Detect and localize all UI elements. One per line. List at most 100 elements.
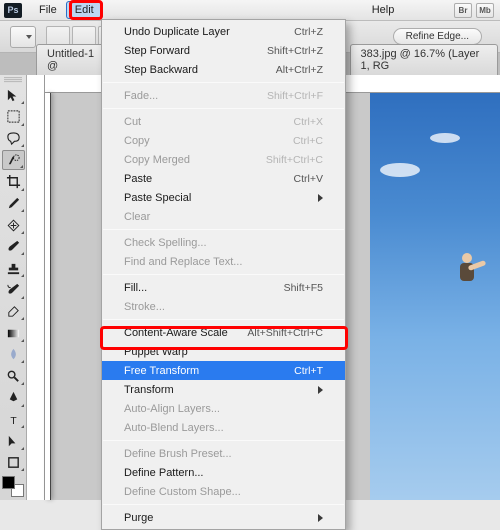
menu-separator bbox=[103, 82, 344, 83]
menu-item-shortcut: Shift+F5 bbox=[284, 282, 323, 294]
toolbox: T bbox=[0, 75, 27, 500]
tool-preset-picker[interactable] bbox=[10, 26, 36, 48]
vertical-ruler bbox=[27, 75, 45, 500]
tab-label: Untitled-1 @ bbox=[47, 48, 99, 72]
healing-tool[interactable] bbox=[2, 215, 25, 235]
menu-item-shortcut: Ctrl+C bbox=[293, 135, 323, 147]
gradient-tool[interactable] bbox=[2, 323, 25, 343]
svg-text:T: T bbox=[10, 416, 17, 427]
menu-edit[interactable]: Edit bbox=[66, 1, 103, 19]
quick-select-tool[interactable] bbox=[2, 150, 25, 170]
menu-item-puppet-warp[interactable]: Puppet Warp bbox=[102, 342, 345, 361]
menu-separator bbox=[103, 440, 344, 441]
menu-item-purge[interactable]: Purge bbox=[102, 508, 345, 527]
path-select-tool[interactable] bbox=[2, 431, 25, 451]
menu-item-label: Free Transform bbox=[124, 365, 294, 377]
pen-tool[interactable] bbox=[2, 388, 25, 408]
menu-item-label: Define Custom Shape... bbox=[124, 486, 323, 498]
menu-item-transform[interactable]: Transform bbox=[102, 380, 345, 399]
blur-tool[interactable] bbox=[2, 345, 25, 365]
menu-item-label: Clear bbox=[124, 211, 323, 223]
lasso-tool[interactable] bbox=[2, 129, 25, 149]
menu-item-label: Stroke... bbox=[124, 301, 323, 313]
tab-image-383[interactable]: 383.jpg @ 16.7% (Layer 1, RG bbox=[350, 44, 499, 75]
menu-item-step-backward[interactable]: Step BackwardAlt+Ctrl+Z bbox=[102, 60, 345, 79]
submenu-arrow-icon bbox=[318, 386, 323, 394]
canvas-edge bbox=[45, 93, 51, 500]
menu-item-find-and-replace-text: Find and Replace Text... bbox=[102, 252, 345, 271]
menu-item-shortcut: Ctrl+X bbox=[294, 116, 323, 128]
bridge-chip[interactable]: Br bbox=[454, 3, 472, 18]
menu-item-fade: Fade...Shift+Ctrl+F bbox=[102, 86, 345, 105]
menu-item-label: Define Pattern... bbox=[124, 467, 323, 479]
toolbox-grip[interactable] bbox=[4, 77, 22, 83]
marquee-tool[interactable] bbox=[2, 107, 25, 127]
foreground-background-swatch[interactable] bbox=[2, 476, 24, 497]
menu-item-label: Puppet Warp bbox=[124, 346, 323, 358]
menu-item-paste-special[interactable]: Paste Special bbox=[102, 188, 345, 207]
menu-item-content-aware-scale[interactable]: Content-Aware ScaleAlt+Shift+Ctrl+C bbox=[102, 323, 345, 342]
menu-item-label: Fade... bbox=[124, 90, 267, 102]
history-brush-tool[interactable] bbox=[2, 280, 25, 300]
menu-item-label: Undo Duplicate Layer bbox=[124, 26, 294, 38]
menu-item-shortcut: Shift+Ctrl+Z bbox=[267, 45, 323, 57]
menu-item-copy: CopyCtrl+C bbox=[102, 131, 345, 150]
menu-help[interactable]: Help bbox=[363, 1, 404, 19]
move-tool[interactable] bbox=[2, 86, 25, 106]
eraser-tool[interactable] bbox=[2, 302, 25, 322]
menu-item-label: Paste Special bbox=[124, 192, 312, 204]
menu-separator bbox=[103, 229, 344, 230]
menu-item-step-forward[interactable]: Step ForwardShift+Ctrl+Z bbox=[102, 41, 345, 60]
menu-item-undo-duplicate-layer[interactable]: Undo Duplicate LayerCtrl+Z bbox=[102, 22, 345, 41]
menu-item-shortcut: Shift+Ctrl+F bbox=[267, 90, 323, 102]
menu-item-label: Cut bbox=[124, 116, 294, 128]
menu-item-auto-blend-layers: Auto-Blend Layers... bbox=[102, 418, 345, 437]
menu-item-paste[interactable]: PasteCtrl+V bbox=[102, 169, 345, 188]
menu-item-shortcut: Ctrl+V bbox=[294, 173, 323, 185]
menu-item-label: Step Backward bbox=[124, 64, 276, 76]
menu-item-label: Copy Merged bbox=[124, 154, 266, 166]
menu-item-shortcut: Alt+Shift+Ctrl+C bbox=[247, 327, 323, 339]
submenu-arrow-icon bbox=[318, 514, 323, 522]
brush-tool[interactable] bbox=[2, 237, 25, 257]
menu-item-label: Copy bbox=[124, 135, 293, 147]
menu-item-fill[interactable]: Fill...Shift+F5 bbox=[102, 278, 345, 297]
menu-item-label: Auto-Blend Layers... bbox=[124, 422, 323, 434]
menu-item-cut: CutCtrl+X bbox=[102, 112, 345, 131]
menu-item-define-custom-shape: Define Custom Shape... bbox=[102, 482, 345, 501]
menu-file[interactable]: File bbox=[30, 1, 66, 19]
menu-item-free-transform[interactable]: Free TransformCtrl+T bbox=[102, 361, 345, 380]
app-icon: Ps bbox=[4, 3, 22, 18]
refine-edge-button[interactable]: Refine Edge... bbox=[393, 28, 482, 45]
dodge-tool[interactable] bbox=[2, 366, 25, 386]
tab-label: 383.jpg @ 16.7% (Layer 1, RG bbox=[361, 48, 488, 72]
minibridge-chip[interactable]: Mb bbox=[476, 3, 494, 18]
menu-item-shortcut: Ctrl+T bbox=[294, 365, 323, 377]
shape-tool[interactable] bbox=[2, 453, 25, 473]
edit-menu-dropdown: Undo Duplicate LayerCtrl+ZStep ForwardSh… bbox=[101, 19, 346, 530]
menu-item-label: Content-Aware Scale bbox=[124, 327, 247, 339]
menu-item-shortcut: Shift+Ctrl+C bbox=[266, 154, 323, 166]
menu-item-label: Find and Replace Text... bbox=[124, 256, 323, 268]
tab-untitled-1[interactable]: Untitled-1 @ bbox=[36, 44, 110, 75]
menu-separator bbox=[103, 504, 344, 505]
menu-item-label: Paste bbox=[124, 173, 294, 185]
eyedropper-tool[interactable] bbox=[2, 194, 25, 214]
menu-separator bbox=[103, 108, 344, 109]
type-tool[interactable]: T bbox=[2, 410, 25, 430]
menu-item-label: Purge bbox=[124, 512, 312, 524]
menu-item-auto-align-layers: Auto-Align Layers... bbox=[102, 399, 345, 418]
menu-item-label: Transform bbox=[124, 384, 312, 396]
menu-separator bbox=[103, 319, 344, 320]
submenu-arrow-icon bbox=[318, 194, 323, 202]
crop-tool[interactable] bbox=[2, 172, 25, 192]
menu-item-copy-merged: Copy MergedShift+Ctrl+C bbox=[102, 150, 345, 169]
image-preview[interactable] bbox=[370, 93, 500, 500]
menu-item-check-spelling: Check Spelling... bbox=[102, 233, 345, 252]
menu-item-label: Fill... bbox=[124, 282, 284, 294]
menu-item-define-pattern[interactable]: Define Pattern... bbox=[102, 463, 345, 482]
menu-item-clear: Clear bbox=[102, 207, 345, 226]
stamp-tool[interactable] bbox=[2, 258, 25, 278]
menu-item-shortcut: Ctrl+Z bbox=[294, 26, 323, 38]
menu-item-label: Auto-Align Layers... bbox=[124, 403, 323, 415]
